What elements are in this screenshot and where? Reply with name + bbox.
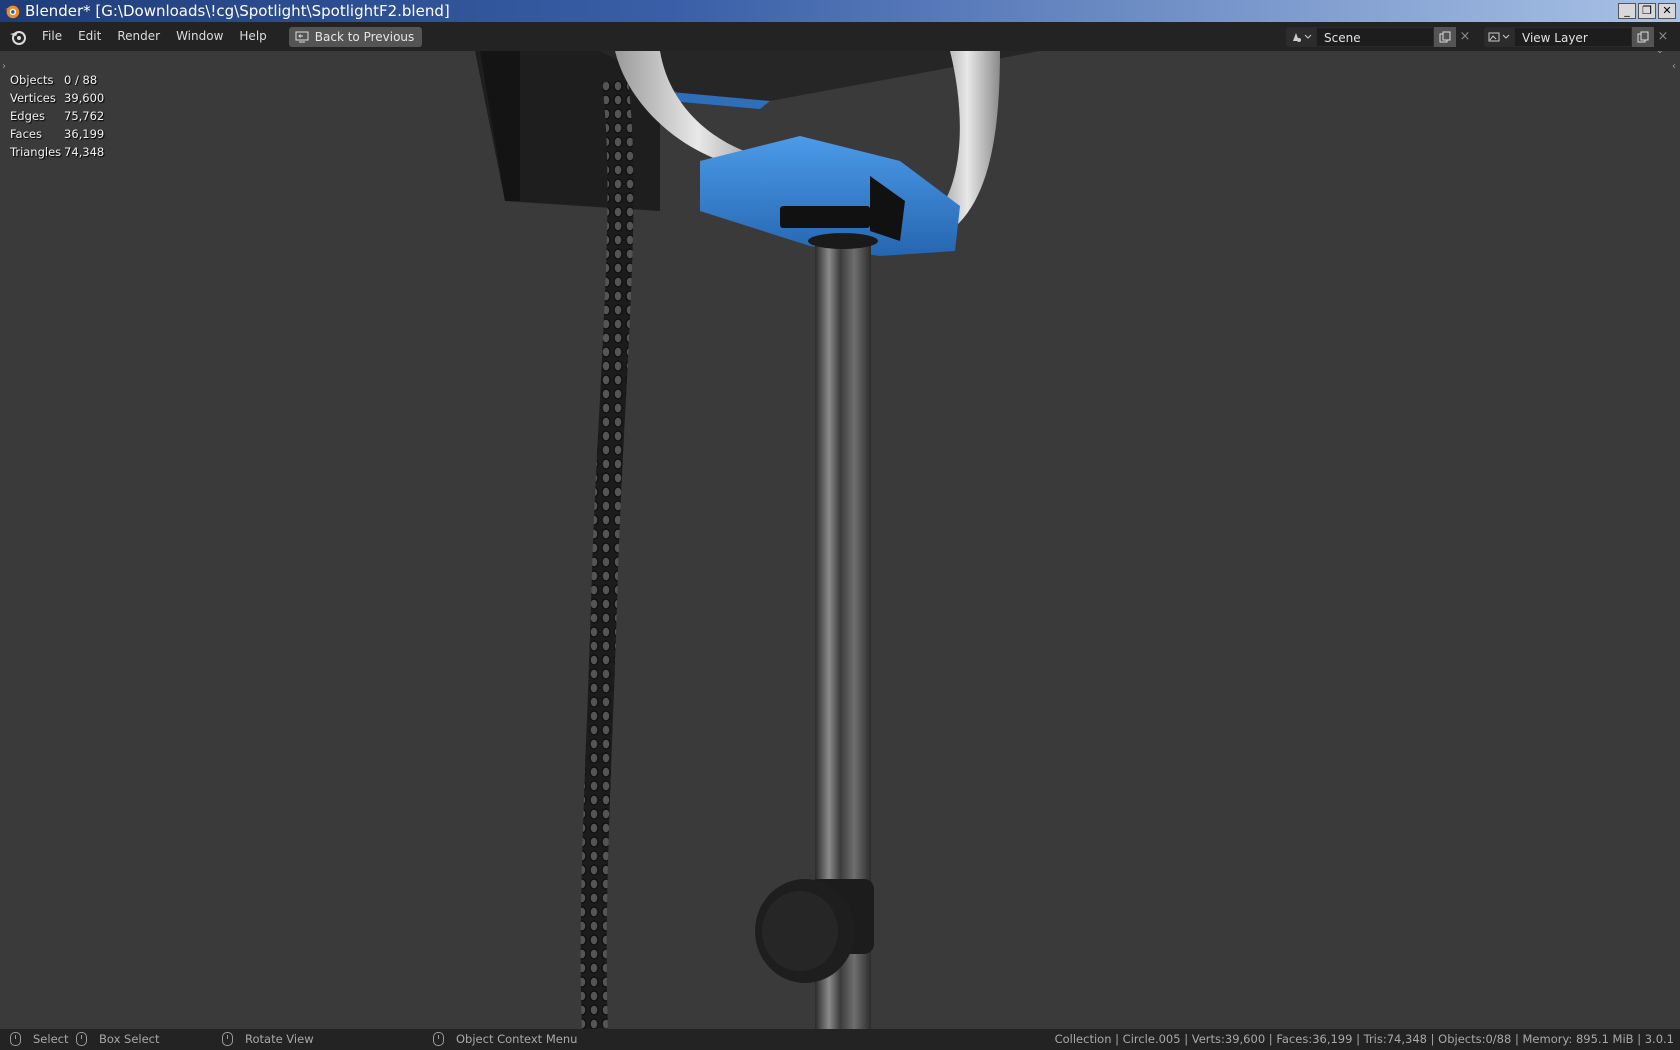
delete-view-layer-icon[interactable]: × xyxy=(1654,29,1672,44)
stat-label: Vertices xyxy=(10,91,56,105)
menu-help[interactable]: Help xyxy=(231,22,274,51)
blender-logo-icon[interactable] xyxy=(8,27,28,47)
view-layer-selector[interactable]: View Layer × xyxy=(1484,26,1672,47)
hint-box-select-label: Box Select xyxy=(99,1032,160,1046)
hint-box-select: Box Select xyxy=(76,1032,160,1046)
status-bar: Select Box Select Rotate View Object Con… xyxy=(0,1029,1680,1050)
stat-label: Triangles xyxy=(10,145,62,159)
viewport-render xyxy=(475,51,1040,1029)
scene-statistics-overlay: Objects 0 / 88 Vertices 39,600 Edges 75,… xyxy=(10,71,104,161)
menu-window[interactable]: Window xyxy=(168,22,231,51)
blender-topbar: File Edit Render Window Help Back to Pre… xyxy=(0,22,1680,51)
scene-selector[interactable]: Scene × xyxy=(1286,26,1474,47)
stat-label: Faces xyxy=(10,127,42,141)
view-layer-icon xyxy=(1488,32,1500,41)
mouse-drag-icon xyxy=(76,1032,87,1046)
window-titlebar: Blender* [G:\Downloads\!cg\Spotlight\Spo… xyxy=(0,0,1680,22)
scene-info-text: Collection | Circle.005 | Verts:39,600 |… xyxy=(1054,1032,1674,1046)
stat-row-objects: Objects 0 / 88 xyxy=(10,71,104,89)
menu-render[interactable]: Render xyxy=(109,22,168,51)
scene-icon xyxy=(1293,32,1301,42)
view-layer-type-dropdown[interactable] xyxy=(1484,26,1514,47)
stat-label: Edges xyxy=(10,109,45,123)
chevron-down-icon xyxy=(1502,34,1510,39)
stat-row-faces: Faces 36,199 xyxy=(10,125,104,143)
right-sidebar-arrow-icon[interactable]: ‹ xyxy=(1672,61,1676,72)
hint-context-menu: Object Context Menu xyxy=(433,1032,577,1046)
stat-value: 36,199 xyxy=(64,127,105,141)
new-scene-button[interactable] xyxy=(1434,26,1456,47)
back-to-previous-label: Back to Previous xyxy=(314,29,415,44)
stat-value: 0 / 88 xyxy=(64,73,98,87)
stat-row-triangles: Triangles 74,348 xyxy=(10,143,104,161)
back-to-previous-button[interactable]: Back to Previous xyxy=(288,26,423,47)
scene-type-dropdown[interactable] xyxy=(1286,26,1316,47)
stat-value: 39,600 xyxy=(64,91,105,105)
3d-viewport[interactable]: › ‹ ⌄ Objects 0 / 88 Vertices 39,600 Edg… xyxy=(0,51,1680,1029)
delete-scene-icon[interactable]: × xyxy=(1456,29,1474,44)
stat-label: Objects xyxy=(10,73,54,87)
stat-row-vertices: Vertices 39,600 xyxy=(10,89,104,107)
screen-back-icon xyxy=(295,31,309,42)
mouse-right-icon xyxy=(433,1032,444,1046)
menu-edit[interactable]: Edit xyxy=(70,22,109,51)
window-title: Blender* [G:\Downloads\!cg\Spotlight\Spo… xyxy=(25,2,450,20)
hint-rotate-view-label: Rotate View xyxy=(245,1032,314,1046)
left-toolbar-arrow-icon[interactable]: › xyxy=(2,61,6,72)
duplicate-icon xyxy=(1637,31,1649,42)
blender-app-icon xyxy=(4,5,20,19)
hint-context-menu-label: Object Context Menu xyxy=(456,1032,578,1046)
mouse-middle-icon xyxy=(222,1032,233,1046)
scene-name-field[interactable]: Scene xyxy=(1316,26,1434,47)
hint-rotate-view: Rotate View xyxy=(222,1032,314,1046)
mouse-left-icon xyxy=(10,1032,21,1046)
stat-value: 75,762 xyxy=(64,109,105,123)
header-collapse-arrow-icon[interactable]: ⌄ xyxy=(1656,51,1664,56)
chevron-down-icon xyxy=(1304,34,1312,39)
close-button[interactable]: ✕ xyxy=(1658,3,1676,19)
view-layer-name-field[interactable]: View Layer xyxy=(1514,26,1632,47)
new-view-layer-button[interactable] xyxy=(1632,26,1654,47)
stat-value: 74,348 xyxy=(64,145,105,159)
restore-button[interactable]: ❐ xyxy=(1638,3,1656,19)
menu-file[interactable]: File xyxy=(34,22,70,51)
duplicate-icon xyxy=(1439,31,1451,42)
hint-select: Select xyxy=(10,1032,68,1046)
hint-select-label: Select xyxy=(33,1032,69,1046)
stat-row-edges: Edges 75,762 xyxy=(10,107,104,125)
minimize-button[interactable]: _ xyxy=(1618,3,1636,19)
